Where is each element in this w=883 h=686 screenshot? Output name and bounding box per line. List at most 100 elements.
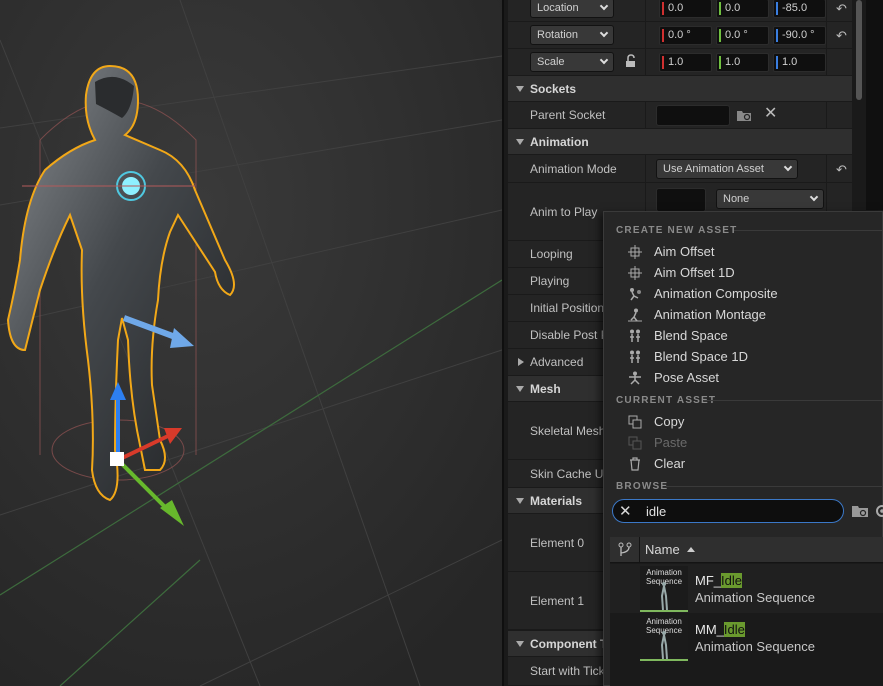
reset-location-icon[interactable]: ↶	[836, 2, 848, 15]
animation-mode-label: Animation Mode	[530, 161, 617, 176]
chevron-down-icon	[599, 28, 609, 38]
skeletal-mesh-label: Skeletal Mesh	[530, 423, 606, 438]
animation-montage-icon	[628, 308, 642, 322]
scale-y-field[interactable]: 1.0	[716, 53, 769, 72]
rotation-z-field[interactable]: -90.0 °	[773, 26, 826, 45]
anim-thumbnail	[656, 188, 706, 212]
menu-item-paste[interactable]: Paste	[628, 433, 878, 453]
asset-row-mf-idle[interactable]: Animation Sequence MF_Idle Animation Seq…	[610, 564, 883, 613]
location-label: Location	[537, 2, 579, 14]
browse-socket-icon[interactable]	[736, 108, 752, 122]
menu-item-pose-asset[interactable]: Pose Asset	[628, 368, 878, 388]
browse-header: BROWSE	[616, 481, 669, 492]
branch-filter-icon[interactable]	[618, 542, 632, 558]
collapse-arrow-icon	[516, 386, 524, 392]
reset-rotation-icon[interactable]: ↶	[836, 29, 848, 42]
paste-icon	[628, 436, 642, 450]
animation-thumbnail: Animation Sequence	[640, 566, 688, 612]
scale-label: Scale	[537, 56, 565, 68]
settings-gear-icon[interactable]	[874, 503, 883, 519]
viewport-scene	[0, 0, 502, 686]
animation-thumbnail: Animation Sequence	[640, 615, 688, 661]
asset-row-mm-idle[interactable]: Animation Sequence MM_Idle Animation Seq…	[610, 613, 883, 662]
anim-to-play-combo[interactable]: None	[716, 189, 824, 209]
chevron-down-icon	[599, 55, 609, 65]
collapse-arrow-icon	[516, 498, 524, 504]
rotation-label: Rotation	[537, 29, 578, 41]
blend-space-icon	[630, 329, 640, 342]
level-viewport[interactable]	[0, 0, 502, 686]
rotation-mode-combo[interactable]: Rotation	[530, 25, 614, 45]
parent-socket-field[interactable]	[656, 105, 730, 126]
sockets-category[interactable]: Sockets	[508, 76, 852, 102]
chevron-down-icon	[809, 192, 819, 202]
animation-category[interactable]: Animation	[508, 129, 852, 155]
location-mode-combo[interactable]: Location	[530, 0, 614, 18]
asset-search-input[interactable]: ✕ idle	[612, 499, 844, 523]
rotation-row: Rotation 0.0 ° 0.0 ° -90.0 ° ↶	[508, 22, 852, 49]
menu-item-blend-space-1d[interactable]: Blend Space 1D	[628, 347, 878, 367]
location-x-field[interactable]: 0.0	[659, 0, 712, 18]
current-asset-header: CURRENT ASSET	[616, 395, 717, 406]
rotation-x-field[interactable]: 0.0 °	[659, 26, 712, 45]
sort-ascending-icon	[687, 547, 695, 552]
copy-icon	[628, 415, 642, 429]
looping-label: Looping	[530, 247, 573, 261]
menu-item-clear[interactable]: Clear	[628, 454, 878, 474]
clear-socket-icon[interactable]: ✕	[764, 106, 778, 122]
menu-item-copy[interactable]: Copy	[628, 412, 878, 432]
unlock-scale-icon[interactable]	[624, 54, 638, 68]
element0-label: Element 0	[530, 535, 585, 550]
location-z-field[interactable]: -85.0	[773, 0, 826, 18]
playing-label: Playing	[530, 274, 570, 288]
scale-mode-combo[interactable]: Scale	[530, 52, 614, 72]
asset-list-header: Name	[610, 537, 883, 563]
advanced-label: Advanced	[530, 355, 584, 369]
animation-mode-row: Animation Mode Use Animation Asset ↶	[508, 155, 852, 183]
rotation-y-field[interactable]: 0.0 °	[716, 26, 769, 45]
menu-item-aim-offset-1d[interactable]: Aim Offset 1D	[628, 263, 878, 283]
name-column-header[interactable]: Name	[645, 542, 680, 557]
element1-label: Element 1	[530, 593, 585, 608]
asset-picker-popup: CREATE NEW ASSET Aim Offset Aim Offset 1…	[603, 211, 883, 686]
scale-x-field[interactable]: 1.0	[659, 53, 712, 72]
search-value: idle	[646, 504, 667, 519]
menu-item-aim-offset[interactable]: Aim Offset	[628, 242, 878, 262]
asset-name: MF_Idle	[695, 573, 742, 588]
collapse-arrow-icon	[516, 139, 524, 145]
animation-composite-icon	[630, 288, 641, 301]
mesh-title: Mesh	[530, 382, 561, 396]
menu-item-blend-space[interactable]: Blend Space	[628, 326, 878, 346]
parent-socket-label: Parent Socket	[530, 108, 606, 122]
side-panel-edge	[866, 0, 883, 210]
clear-search-icon[interactable]: ✕	[619, 504, 632, 519]
collapse-arrow-icon	[516, 86, 524, 92]
animation-mode-combo[interactable]: Use Animation Asset	[656, 159, 798, 179]
trash-icon	[630, 457, 640, 471]
browse-folder-icon[interactable]	[851, 503, 869, 519]
materials-title: Materials	[530, 494, 583, 508]
scale-row: Scale 1.0 1.0 1.0	[508, 49, 852, 76]
aim-offset-icon	[628, 245, 642, 259]
reset-animation-mode-icon[interactable]: ↶	[836, 163, 848, 176]
scale-z-field[interactable]: 1.0	[773, 53, 826, 72]
asset-name: MM_Idle	[695, 622, 745, 637]
menu-item-animation-montage[interactable]: Animation Montage	[628, 305, 878, 325]
location-row: Location 0.0 0.0 -85.0 ↶	[508, 0, 852, 22]
create-new-asset-header: CREATE NEW ASSET	[616, 225, 738, 236]
expand-arrow-icon	[518, 358, 524, 366]
asset-type: Animation Sequence	[695, 639, 815, 654]
chevron-down-icon	[783, 162, 793, 172]
pose-asset-icon	[629, 371, 641, 385]
parent-socket-row: Parent Socket ✕	[508, 102, 852, 129]
scrollbar-thumb[interactable]	[856, 0, 862, 100]
collapse-arrow-icon	[516, 641, 524, 647]
animation-title: Animation	[530, 135, 589, 149]
sockets-title: Sockets	[530, 82, 577, 96]
aim-offset-1d-icon	[628, 266, 642, 280]
chevron-down-icon	[599, 1, 609, 11]
disable-post-label: Disable Post Pr	[530, 328, 613, 342]
menu-item-animation-composite[interactable]: Animation Composite	[628, 284, 878, 304]
asset-list: Name Animation Sequence MF_Idle Animatio…	[610, 537, 883, 686]
location-y-field[interactable]: 0.0	[716, 0, 769, 18]
